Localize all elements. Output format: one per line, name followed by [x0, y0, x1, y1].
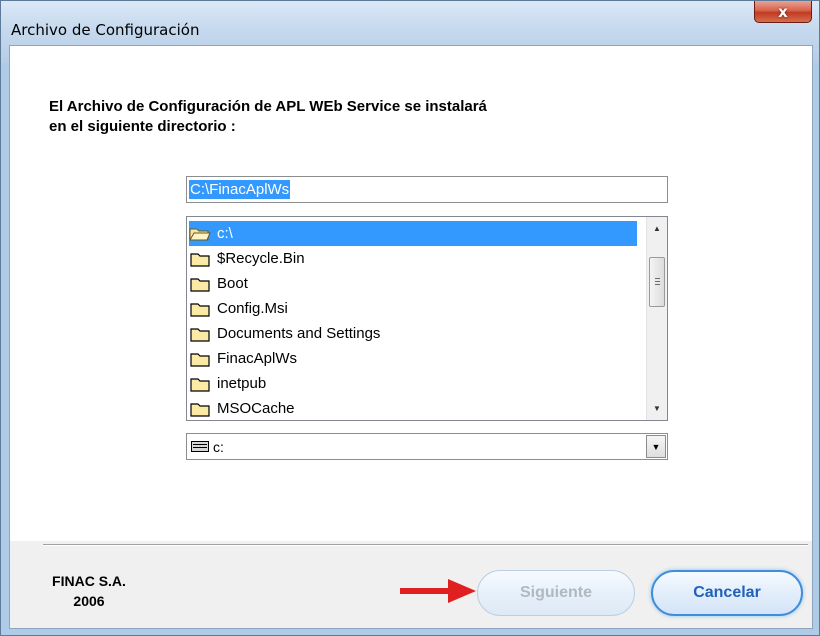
company-label: FINAC S.A. 2006 [44, 571, 134, 611]
list-item-recycle-bin[interactable]: $Recycle.Bin [189, 246, 637, 271]
next-button[interactable]: Siguiente [477, 570, 635, 616]
install-path-input[interactable]: C:\FinacAplWs [186, 176, 668, 203]
red-arrow-icon [400, 579, 476, 603]
setup-window: Archivo de Configuración x El Archivo de… [0, 0, 820, 636]
list-item-boot[interactable]: Boot [189, 271, 637, 296]
window-title: Archivo de Configuración [11, 21, 200, 39]
content-panel: El Archivo de Configuración de APL WEb S… [10, 46, 812, 541]
folder-icon [190, 327, 210, 342]
list-item-label: inetpub [217, 375, 267, 392]
list-item-label: Config.Msi [217, 300, 288, 317]
close-button[interactable]: x [754, 1, 812, 23]
list-item-label: FinacAplWs [217, 350, 298, 367]
list-item-documents-and-settings[interactable]: Documents and Settings [189, 321, 637, 346]
cancel-button[interactable]: Cancelar [651, 570, 803, 616]
directory-list[interactable]: c:\ $Recycle.Bin Boot Config.Msi Documen… [186, 216, 668, 421]
open-folder-icon [189, 228, 211, 240]
drive-select[interactable]: c: ▼ [186, 433, 668, 460]
install-message-line-1: El Archivo de Configuración de APL WEb S… [49, 98, 487, 115]
directory-list-scrollbar[interactable]: ▲ ▼ [646, 217, 667, 420]
install-message: El Archivo de Configuración de APL WEb S… [49, 97, 649, 137]
list-item-label: $Recycle.Bin [217, 250, 305, 267]
folder-icon [190, 302, 210, 317]
list-item-root[interactable]: c:\ [189, 221, 637, 246]
list-item-label: c:\ [217, 225, 233, 242]
chevron-down-icon[interactable]: ▼ [646, 435, 666, 458]
list-item-label: MSOCache [217, 400, 295, 417]
company-name: FINAC S.A. [52, 573, 126, 589]
folder-icon [190, 402, 210, 417]
footer-divider [43, 544, 808, 546]
next-button-label: Siguiente [519, 584, 592, 601]
list-item-inetpub[interactable]: inetpub [189, 371, 637, 396]
cancel-button-label: Cancelar [693, 584, 761, 601]
list-item-finacaplws[interactable]: FinacAplWs [189, 346, 637, 371]
drive-icon [191, 441, 209, 452]
scrollbar-thumb[interactable] [649, 257, 665, 307]
folder-icon [190, 277, 210, 292]
company-year: 2006 [73, 593, 105, 609]
install-path-value: C:\FinacAplWs [189, 180, 291, 199]
scroll-down-arrow-icon[interactable]: ▼ [647, 399, 667, 417]
close-icon: x [778, 2, 788, 21]
folder-icon [190, 252, 210, 267]
list-item-msocache[interactable]: MSOCache [189, 396, 637, 420]
scroll-up-arrow-icon[interactable]: ▲ [647, 219, 667, 237]
list-item-config-msi[interactable]: Config.Msi [189, 296, 637, 321]
install-message-line-2: en el siguiente directorio : [49, 118, 236, 135]
list-item-label: Boot [217, 275, 248, 292]
drive-select-value: c: [213, 438, 224, 455]
folder-icon [190, 352, 210, 367]
list-item-label: Documents and Settings [217, 325, 381, 342]
dialog-client-area: El Archivo de Configuración de APL WEb S… [9, 45, 813, 629]
folder-icon [190, 377, 210, 392]
